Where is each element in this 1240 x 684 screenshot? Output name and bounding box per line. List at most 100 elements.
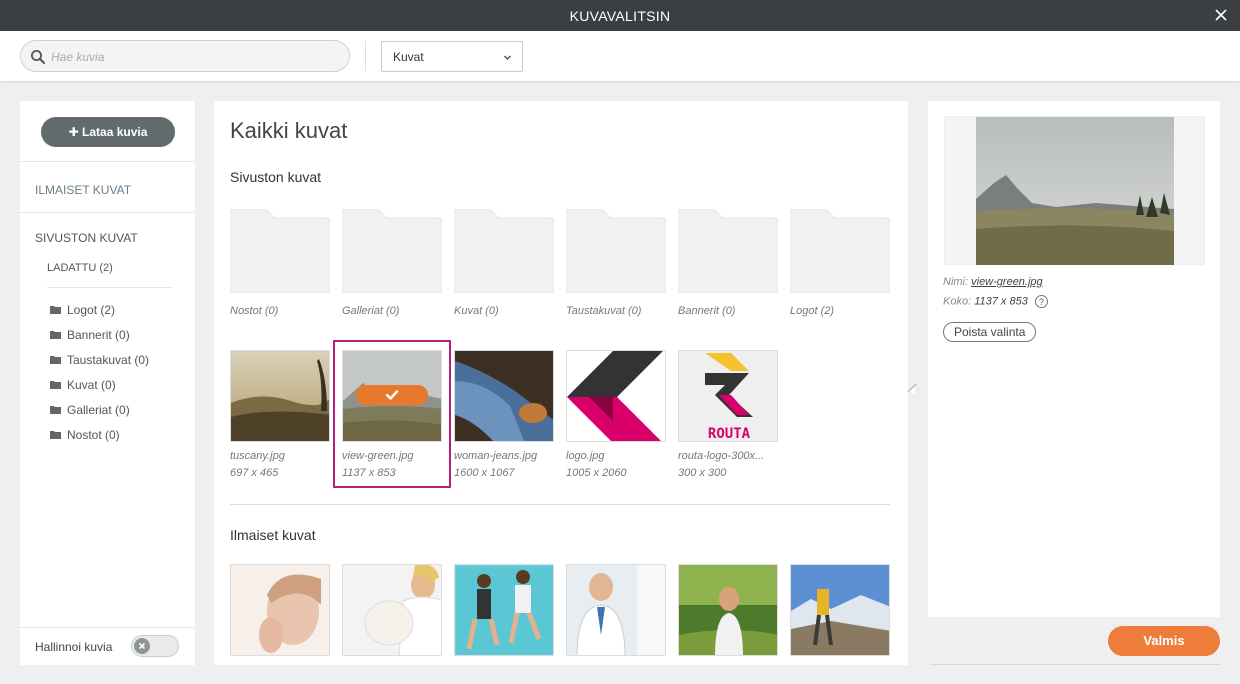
thumbnail-logo — [566, 350, 666, 442]
folder-tile-label: Taustakuvat (0) — [566, 305, 642, 317]
manage-images-label: Hallinnoi kuvia — [35, 640, 113, 654]
sidebar-folder-label: Taustakuvat (0) — [67, 352, 150, 367]
manage-images-toggle[interactable] — [131, 635, 179, 657]
free-image-tile[interactable] — [678, 564, 778, 656]
sidebar-subdivider — [47, 287, 173, 288]
folder-tile-kuvat[interactable]: Kuvat (0) — [454, 209, 554, 321]
sidebar-folder-label: Logot (2) — [67, 302, 116, 317]
folder-icon — [454, 209, 554, 293]
detail-name-value[interactable]: view-green.jpg — [971, 276, 1043, 288]
done-button[interactable]: Valmis — [1108, 626, 1220, 656]
folder-icon — [790, 209, 890, 293]
detail-name-label: Nimi: — [943, 276, 969, 288]
sidebar-folder-label: Nostot (0) — [67, 427, 120, 442]
folder-icon — [230, 209, 330, 293]
image-library-panel: Kaikki kuvat Sivuston kuvat Nostot (0) G… — [214, 101, 908, 665]
x-icon — [138, 642, 146, 650]
sidebar-folder-label: Bannerit (0) — [67, 327, 130, 342]
sidebar-folder-list: Logot (2) Bannerit (0) Taustakuvat (0) K… — [50, 297, 149, 447]
image-tile-logo[interactable]: logo.jpg 1005 x 2060 — [566, 350, 666, 482]
preview-image — [976, 117, 1174, 265]
folder-tile-label: Kuvat (0) — [454, 305, 499, 317]
toggle-knob — [134, 638, 150, 654]
sidebar-divider — [20, 212, 195, 213]
search-input[interactable] — [51, 47, 341, 67]
image-tile-size: 1600 x 1067 — [454, 467, 515, 479]
detail-size-row: Koko: 1137 x 853 ? — [943, 295, 1048, 308]
sidebar-folder-galleriat[interactable]: Galleriat (0) — [50, 397, 149, 422]
upload-images-button[interactable]: ✚ Lataa kuvia — [41, 117, 175, 147]
sidebar-folder-bannerit[interactable]: Bannerit (0) — [50, 322, 149, 347]
folder-icon — [342, 209, 442, 293]
close-icon[interactable] — [1212, 6, 1230, 24]
folder-icon — [566, 209, 666, 293]
image-tile-size: 300 x 300 — [678, 467, 727, 479]
help-icon[interactable]: ? — [1034, 295, 1048, 308]
title-bar: KUVAVALITSIN — [0, 0, 1240, 31]
page-title: Kaikki kuvat — [230, 118, 348, 143]
preview-frame — [944, 116, 1205, 265]
toolbar-divider — [365, 41, 366, 71]
search-box[interactable] — [20, 40, 350, 72]
filter-select-value: Kuvat — [393, 50, 424, 64]
folder-icon — [50, 431, 61, 439]
folder-icon — [678, 209, 778, 293]
sidebar-folder-kuvat[interactable]: Kuvat (0) — [50, 372, 149, 397]
folder-tile-label: Galleriat (0) — [342, 305, 400, 317]
sidebar-folder-nostot[interactable]: Nostot (0) — [50, 422, 149, 447]
sidebar-item-free-images[interactable]: ILMAISET KUVAT — [35, 183, 131, 197]
image-tile-size: 1005 x 2060 — [566, 467, 627, 479]
detail-size-label: Koko: — [943, 295, 972, 308]
image-tile-tuscany[interactable]: tuscany.jpg 697 x 465 — [230, 350, 330, 482]
image-tile-size: 697 x 465 — [230, 467, 279, 479]
folder-icon — [50, 406, 61, 414]
sidebar-folder-taustakuvat[interactable]: Taustakuvat (0) — [50, 347, 149, 372]
thumbnail-tuscany — [230, 350, 330, 442]
folder-tile-bannerit[interactable]: Bannerit (0) — [678, 209, 778, 321]
folder-icon — [50, 331, 61, 339]
detail-size-value: 1137 x 853 — [974, 295, 1028, 308]
image-tile-name: tuscany.jpg — [230, 450, 285, 462]
thumbnail-doctor — [566, 564, 666, 656]
free-image-tile[interactable] — [790, 564, 890, 656]
sidebar-item-uploaded[interactable]: LADATTU (2) — [47, 262, 113, 274]
folder-tile-label: Nostot (0) — [230, 305, 279, 317]
folder-tile-logot[interactable]: Logot (2) — [790, 209, 890, 321]
plus-icon: ✚ — [68, 125, 79, 139]
sidebar-folder-label: Galleriat (0) — [67, 402, 130, 417]
free-image-tile[interactable] — [566, 564, 666, 656]
folder-icon — [50, 381, 61, 389]
folder-icon — [50, 306, 61, 314]
window-title: KUVAVALITSIN — [569, 8, 671, 24]
section-title-site-images: Sivuston kuvat — [230, 169, 322, 185]
free-image-tile[interactable] — [454, 564, 554, 656]
image-tile-name: routa-logo-300x... — [678, 450, 765, 462]
upload-images-label: Lataa kuvia — [82, 125, 148, 139]
image-tile-name: logo.jpg — [566, 450, 605, 462]
sidebar-divider — [20, 161, 195, 162]
sidebar: ✚ Lataa kuvia ILMAISET KUVAT SIVUSTON KU… — [20, 101, 195, 665]
toolbar: Kuvat — [0, 31, 1240, 81]
thumbnail-hiker — [790, 564, 890, 656]
search-icon — [31, 50, 45, 64]
free-image-tile[interactable] — [342, 564, 442, 656]
image-tile-routa-logo[interactable]: ROUTA routa-logo-300x... 300 x 300 — [678, 350, 778, 482]
thumbnail-jumping-girls — [454, 564, 554, 656]
thumbnail-routa-logo: ROUTA — [678, 350, 778, 442]
folder-tile-galleriat[interactable]: Galleriat (0) — [342, 209, 442, 321]
folder-tile-nostot[interactable]: Nostot (0) — [230, 209, 330, 321]
image-tile-woman-jeans[interactable]: woman-jeans.jpg 1600 x 1067 — [454, 350, 554, 482]
sidebar-item-site-images[interactable]: SIVUSTON KUVAT — [35, 231, 138, 245]
folder-tile-taustakuvat[interactable]: Taustakuvat (0) — [566, 209, 666, 321]
deselect-button[interactable]: Poista valinta — [943, 322, 1037, 342]
free-image-tile[interactable] — [230, 564, 330, 656]
routa-logo-text: ROUTA — [708, 426, 751, 442]
sidebar-folder-logot[interactable]: Logot (2) — [50, 297, 149, 322]
filter-select[interactable]: Kuvat — [381, 41, 523, 72]
thumbnail-face-woman — [230, 564, 330, 656]
thumbnail-vet-dog — [342, 564, 442, 656]
footer-divider — [930, 664, 1220, 665]
folder-tile-label: Bannerit (0) — [678, 305, 736, 317]
panel-arrow-icon[interactable] — [905, 378, 919, 394]
thumbnail-woman-jeans — [454, 350, 554, 442]
